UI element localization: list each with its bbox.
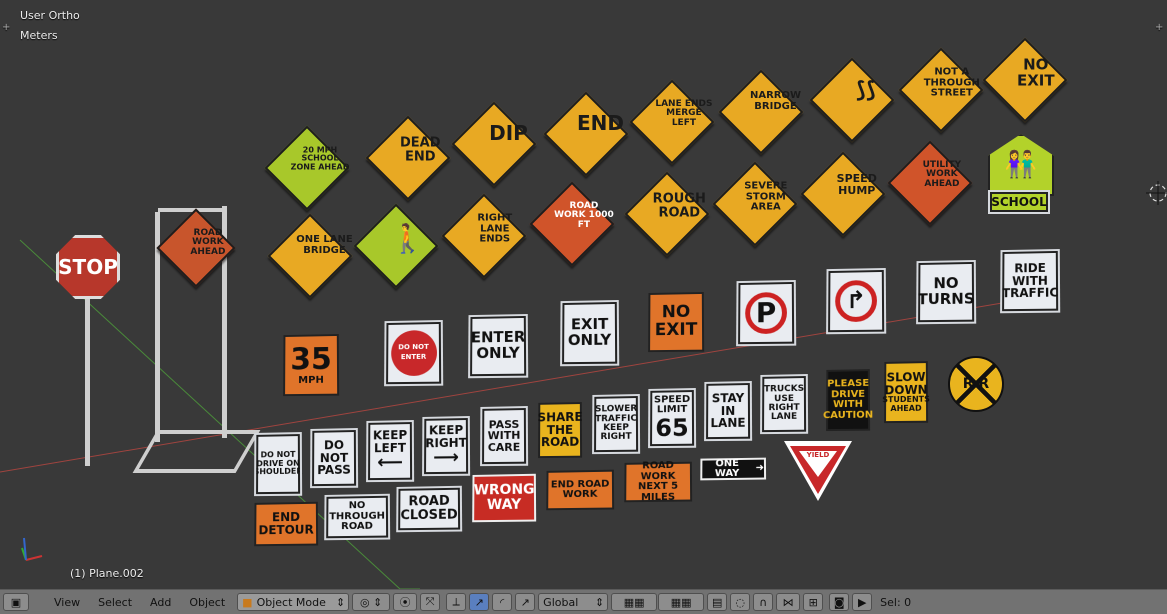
rotate-icon[interactable]: ◜	[492, 593, 512, 611]
road-work-1000ft-sign: ROAD WORK 1000 FT	[553, 202, 615, 230]
active-object-label: (1) Plane.002	[70, 567, 144, 580]
school-label: SCHOOL	[990, 192, 1048, 212]
menu-add[interactable]: Add	[141, 596, 180, 609]
not-through-street-sign: NOT A THROUGH STREET	[921, 68, 983, 100]
rough-road-sign: ROUGH ROAD	[648, 192, 710, 219]
3d-cursor-icon	[1146, 181, 1167, 205]
school-zone-sign: 20 MPH SCHOOL ZONE AHEAD	[289, 147, 351, 172]
view-name-label: User Ortho	[20, 9, 80, 22]
cube-icon: ■	[242, 596, 252, 609]
pedestrian-sign: 🚶	[377, 224, 439, 253]
please-drive-caution-sign: PLEASE DRIVE WITH CAUTION	[826, 369, 870, 431]
enter-only-sign: ENTER ONLY	[470, 316, 526, 376]
no-right-turn-sign: ↱	[828, 270, 884, 332]
axis-gizmo-icon	[22, 538, 42, 560]
units-label: Meters	[20, 29, 58, 42]
right-lane-ends-sign: RIGHT LANE ENDS	[464, 214, 526, 246]
menu-select[interactable]: Select	[89, 596, 141, 609]
do-not-pass-sign: DO NOT PASS	[312, 430, 356, 486]
road-curves-sign: ⟆⟆	[835, 79, 897, 102]
pass-with-care-sign: PASS WITH CARE	[482, 408, 526, 464]
keep-left-sign: KEEP LEFT ⟵	[368, 422, 412, 480]
dip-sign: DIP	[477, 123, 539, 144]
mode-label: Object Mode	[257, 596, 326, 609]
slower-traffic-sign: SLOWER TRAFFIC KEEP RIGHT	[594, 396, 638, 452]
road-work-next-5-miles-sign: ROAD WORK NEXT 5 MILES	[624, 462, 692, 503]
end-sign: END	[569, 113, 631, 134]
no-turns-sign: NO TURNS	[918, 262, 974, 322]
end-road-work-sign: END ROAD WORK	[546, 470, 614, 511]
do-not-drive-shoulder-sign: DO NOT DRIVE ON SHOULDER	[256, 434, 300, 494]
scale-icon[interactable]: ↗	[515, 593, 535, 611]
keep-right-sign: KEEP RIGHT ⟶	[424, 418, 468, 474]
road-closed-sign: ROAD CLOSED	[398, 488, 460, 530]
arrow-right-icon: ⟶	[433, 449, 459, 468]
end-detour-sign: END DETOUR	[254, 502, 318, 547]
one-way-sign: ONE WAY ➜	[700, 458, 766, 481]
stop-sign: STOP	[56, 235, 120, 299]
no-parking-sign: P	[738, 282, 794, 344]
severe-storm-sign: SEVERE STORM AREA	[735, 182, 797, 214]
arrow-right-icon: ➜	[756, 463, 764, 474]
snap-element-icon[interactable]: ⋈	[776, 593, 800, 611]
arrow-left-icon: ⟵	[377, 454, 403, 473]
dead-end-sign: DEAD END	[389, 136, 451, 163]
do-not-enter-sign: DO NOT ENTER	[386, 322, 441, 384]
pivot-point-icon[interactable]: ⦿	[393, 593, 417, 611]
wrong-way-sign: WRONG WAY	[472, 474, 536, 522]
speed-35-value: 35	[290, 344, 332, 376]
lock-layers-icon[interactable]: ▤	[707, 593, 727, 611]
speed-limit-65-sign: SPEED LIMIT 65	[650, 390, 694, 446]
utility-work-sign: UTILITY WORK AHEAD	[911, 161, 973, 189]
dropdown-arrows-icon: ⇕	[336, 596, 345, 609]
no-exit-diamond-sign: NO EXIT	[1005, 58, 1067, 89]
layers-grid-1[interactable]: ▦▦	[611, 593, 657, 611]
trucks-right-lane-sign: TRUCKS USE RIGHT LANE	[762, 376, 806, 432]
render-icon[interactable]: ◙	[829, 593, 849, 611]
manipulator-toggle-icon[interactable]: ⤧	[420, 593, 440, 611]
stay-in-lane-sign: STAY IN LANE	[706, 383, 750, 439]
region-expand-icon[interactable]: +	[2, 22, 10, 33]
orientation-label: Global	[543, 596, 578, 609]
mode-selector[interactable]: ■ Object Mode ⇕	[237, 593, 349, 611]
railroad-crossing-sign: R R	[948, 356, 1004, 412]
dropdown-arrows-icon: ⇕	[595, 596, 604, 609]
share-the-road-sign: SHARE THE ROAD	[538, 402, 582, 458]
3d-viewport[interactable]: User Ortho Meters (1) Plane.002 + + STOP…	[0, 0, 1167, 589]
speed-hump-sign: SPEED HUMP	[826, 173, 888, 196]
render-animation-icon[interactable]: ▶	[852, 593, 872, 611]
speed-35-sign: 35 MPH	[283, 334, 339, 396]
exit-only-sign: EXIT ONLY	[562, 302, 617, 364]
snap-target-icon[interactable]: ⊞	[803, 593, 823, 611]
translate-icon[interactable]: ↗	[469, 593, 489, 611]
road-work-ahead-sign: ROAD WORK AHEAD	[177, 229, 239, 257]
manipulator-axis-icon[interactable]: ⟂	[446, 593, 466, 611]
properties-expand-icon[interactable]: +	[1155, 22, 1163, 33]
no-exit-rect-sign: NO EXIT	[648, 292, 704, 352]
shading-selector-icon[interactable]: ◎ ⇕	[352, 593, 390, 611]
3d-view-header: ▣ View Select Add Object ■ Object Mode ⇕…	[0, 589, 1167, 614]
speed-35-unit: MPH	[298, 375, 324, 386]
proportional-edit-icon[interactable]: ◌	[730, 593, 750, 611]
menu-object[interactable]: Object	[180, 596, 234, 609]
selection-count: Sel: 0	[880, 596, 911, 609]
lane-ends-sign: LANE ENDS MERGE LEFT	[653, 100, 715, 128]
slow-down-sign: SLOW DOWN STUDENTS AHEAD	[884, 361, 928, 423]
snap-icon[interactable]: ∩	[753, 593, 773, 611]
narrow-bridge-sign: NARROW BRIDGE	[744, 91, 806, 112]
editor-type-icon[interactable]: ▣	[3, 593, 29, 611]
ride-with-traffic-sign: RIDE WITH TRAFFIC	[1002, 251, 1058, 311]
menu-view[interactable]: View	[45, 596, 89, 609]
orientation-selector[interactable]: Global ⇕	[538, 593, 608, 611]
no-through-road-sign: NO THROUGH ROAD	[326, 496, 388, 538]
layers-grid-2[interactable]: ▦▦	[658, 593, 704, 611]
one-lane-bridge-sign: ONE LANE BRIDGE	[293, 235, 355, 256]
